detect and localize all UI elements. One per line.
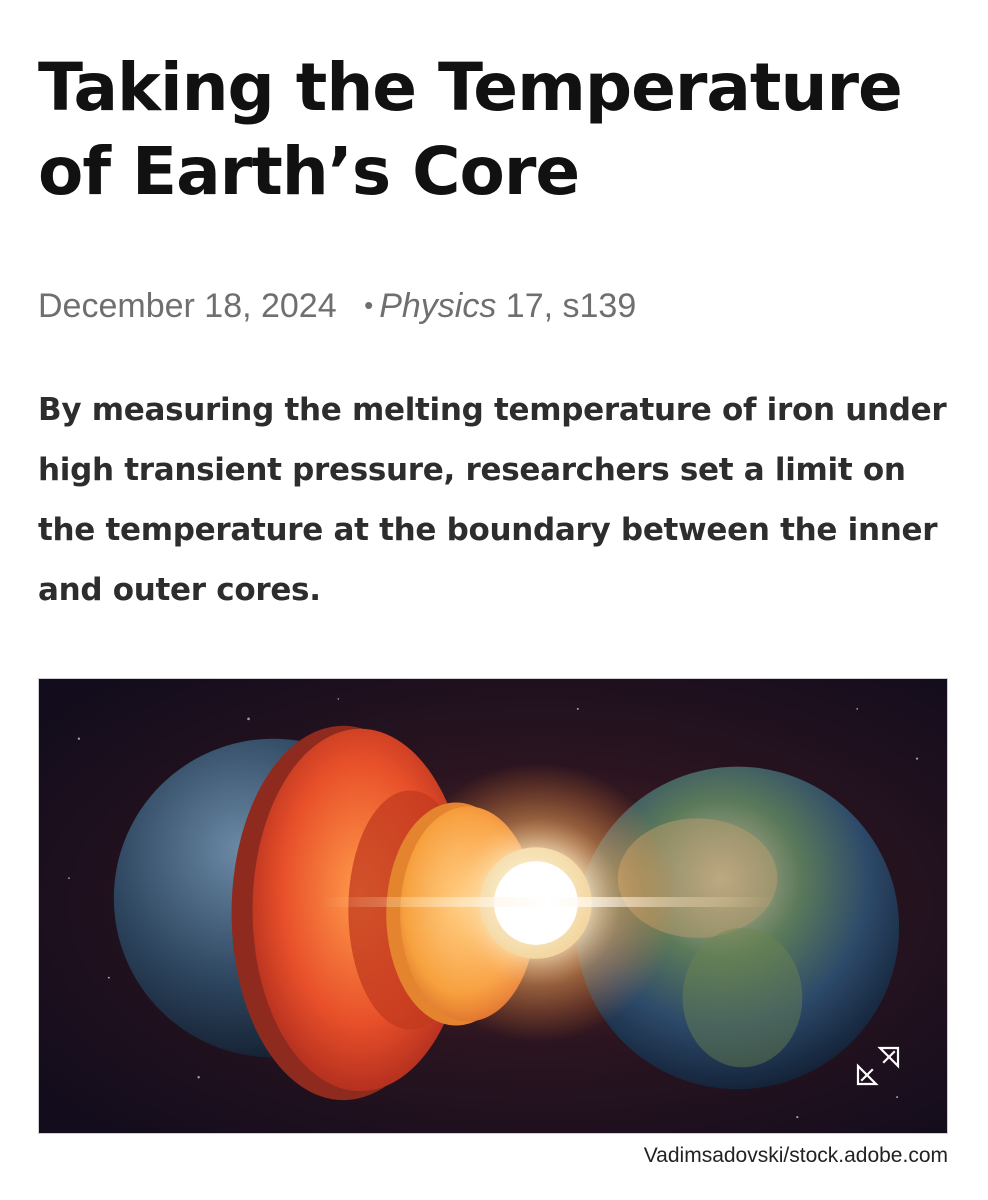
article-page: Taking the Temperature of Earth’s Core D… xyxy=(0,0,988,1200)
meta-separator: • xyxy=(364,290,374,320)
earth-core-illustration xyxy=(39,679,947,1133)
journal-name[interactable]: Physics xyxy=(379,287,496,325)
expand-arrows-icon[interactable] xyxy=(850,1040,906,1092)
journal-citation: 17, s139 xyxy=(505,287,637,325)
article-figure[interactable] xyxy=(38,678,948,1134)
article-meta: December 18, 2024 • Physics 17, s139 xyxy=(38,284,636,330)
article-summary: By measuring the melting temperature of … xyxy=(38,392,947,608)
publication-date: December 18, 2024 xyxy=(38,287,337,325)
article-title: Taking the Temperature of Earth’s Core xyxy=(38,49,903,210)
image-credit: Vadimsadovski/stock.adobe.com xyxy=(643,1144,948,1167)
